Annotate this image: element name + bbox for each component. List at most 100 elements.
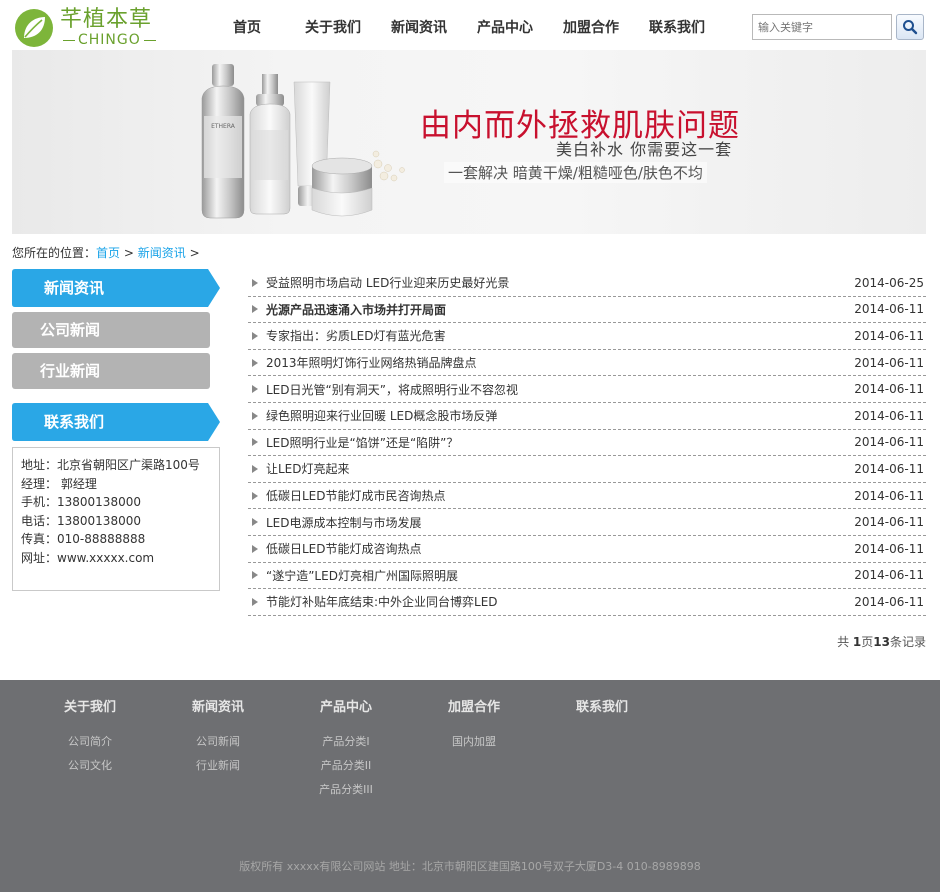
footer-column-title[interactable]: 关于我们 — [38, 700, 142, 716]
news-date: 2014-06-11 — [854, 382, 924, 397]
nav-news[interactable]: 新闻资讯 — [376, 16, 462, 40]
news-row: “遂宁造”LED灯亮相广州国际照明展 2014-06-11 — [248, 563, 926, 590]
search-bar — [752, 14, 924, 40]
site-logo[interactable]: 芊植本草 CHINGO — [14, 6, 156, 50]
arrow-right-icon — [252, 438, 258, 447]
news-row: 专家指出：劣质LED灯有蓝光危害 2014-06-11 — [248, 323, 926, 350]
news-title-link[interactable]: 2013年照明灯饰行业网络热销品牌盘点 — [266, 354, 854, 371]
news-list: 受益照明市场启动 LED行业迎来历史最好光景 2014-06-25 光源产品迅速涌入… — [248, 270, 926, 616]
news-title-link[interactable]: LED照明行业是“馅饼”还是“陷阱”？ — [266, 434, 854, 451]
news-date: 2014-06-11 — [854, 515, 924, 530]
contact-manager: 经理： 郭经理 — [21, 476, 97, 491]
search-button[interactable] — [896, 14, 924, 40]
contact-fax: 传真：010-88888888 — [21, 532, 146, 546]
footer-link[interactable]: 行业新闻 — [166, 754, 270, 778]
contact-mobile: 手机：13800138000 — [21, 495, 141, 509]
sidebar-item-industry-news[interactable]: 行业新闻 — [12, 353, 210, 389]
banner-subline: 美白补水 你需要这一套 — [556, 140, 733, 159]
footer-column-title[interactable]: 产品中心 — [294, 700, 398, 716]
footer-column-about: 关于我们公司简介 公司文化 — [38, 700, 142, 778]
breadcrumb-home-link[interactable]: 首页 — [96, 246, 120, 260]
contact-info-box: 地址：北京省朝阳区广渠路100号 经理： 郭经理 手机：13800138000 … — [12, 447, 220, 591]
news-date: 2014-06-11 — [854, 328, 924, 343]
news-title-link[interactable]: 低碳日LED节能灯成市民咨询热点 — [266, 487, 854, 504]
nav-franchise[interactable]: 加盟合作 — [548, 16, 634, 40]
arrow-right-icon — [252, 518, 258, 527]
breadcrumb: 您所在的位置：首页 > 新闻资讯 > — [12, 246, 200, 260]
footer-link[interactable]: 公司简介 — [38, 730, 142, 754]
news-date: 2014-06-11 — [854, 594, 924, 609]
news-row: LED照明行业是“馅饼”还是“陷阱”？ 2014-06-11 — [248, 430, 926, 457]
search-icon — [903, 20, 918, 35]
news-row: 光源产品迅速涌入市场并打开局面 2014-06-11 — [248, 297, 926, 324]
arrow-right-icon — [252, 571, 258, 580]
news-title-link[interactable]: 低碳日LED节能灯成咨询热点 — [266, 540, 854, 557]
breadcrumb-current-link[interactable]: 新闻资讯 — [138, 246, 186, 260]
sidebar-news-heading[interactable]: 新闻资讯 — [12, 269, 220, 307]
nav-products[interactable]: 产品中心 — [462, 16, 548, 40]
news-date: 2014-06-11 — [854, 461, 924, 476]
arrow-right-icon — [252, 305, 258, 314]
news-date: 2014-06-11 — [854, 568, 924, 583]
footer-link[interactable]: 产品分类I — [294, 730, 398, 754]
copyright-text: 版权所有 xxxxx有限公司网站 地址：北京市朝阳区建国路100号双子大厦D3-… — [239, 860, 701, 873]
contact-phone: 电话：13800138000 — [21, 513, 141, 528]
footer-column-contact: 联系我们 — [550, 700, 654, 730]
arrow-right-icon — [252, 278, 258, 287]
footer-column-title[interactable]: 联系我们 — [550, 700, 654, 716]
sidebar-item-company-news[interactable]: 公司新闻 — [12, 312, 210, 348]
total-pages: 1 — [852, 635, 862, 649]
news-row: 节能灯补贴年底结束:中外企业同台博弈LED 2014-06-11 — [248, 589, 926, 616]
news-title-link[interactable]: 节能灯补贴年底结束:中外企业同台博弈LED — [266, 593, 854, 610]
news-title-link[interactable]: LED电源成本控制与市场发展 — [266, 514, 854, 531]
leaf-logo-icon — [15, 9, 53, 47]
news-row: 低碳日LED节能灯成市民咨询热点 2014-06-11 — [248, 483, 926, 510]
logo-chinese-name: 芊植本草 — [60, 7, 153, 32]
news-title-link[interactable]: 让LED灯亮起来 — [266, 460, 854, 477]
sidebar-contact-heading: 联系我们 — [12, 403, 220, 441]
contact-address: 地址：北京省朝阳区广渠路100号 — [21, 458, 200, 472]
footer-column-title[interactable]: 加盟合作 — [422, 700, 526, 716]
news-title-link[interactable]: 专家指出：劣质LED灯有蓝光危害 — [266, 327, 854, 344]
footer-column-title[interactable]: 新闻资讯 — [166, 700, 270, 716]
news-row: LED日光管“别有洞天”，将成照明行业不容忽视 2014-06-11 — [248, 376, 926, 403]
arrow-right-icon — [252, 544, 258, 553]
news-title-link[interactable]: 光源产品迅速涌入市场并打开局面 — [266, 301, 854, 318]
news-date: 2014-06-11 — [854, 488, 924, 503]
arrow-right-icon — [252, 464, 258, 473]
footer-link[interactable]: 产品分类II — [294, 754, 398, 778]
sidebar-news-heading-label: 新闻资讯 — [44, 279, 105, 297]
footer-link[interactable]: 公司新闻 — [166, 730, 270, 754]
logo-english-name: CHINGO — [78, 32, 141, 48]
site-header: 芊植本草 CHINGO 首页 关于我们 新闻资讯 产品中心 加盟合作 联系我们 — [0, 0, 940, 50]
site-footer: 版权所有 xxxxx有限公司网站 地址：北京市朝阳区建国路100号双子大厦D3-… — [0, 680, 940, 892]
arrow-right-icon — [252, 411, 258, 420]
nav-home[interactable]: 首页 — [204, 16, 290, 40]
news-date: 2014-06-11 — [854, 302, 924, 317]
news-title-link[interactable]: LED日光管“别有洞天”，将成照明行业不容忽视 — [266, 381, 854, 398]
footer-column-franchise: 加盟合作 国内加盟 — [422, 700, 526, 754]
hero-banner[interactable]: ETHERA 由内而外拯救肌肤问题 美白补水 你需要这一套 一套解决 暗黄干燥/… — [12, 50, 926, 234]
sidebar-contact-heading-label: 联系我们 — [44, 413, 105, 431]
banner-tagline: 一套解决 暗黄干燥/粗糙哑色/肤色不均 — [444, 162, 707, 183]
news-title-link[interactable]: 绿色照明迎来行业回暖 LED概念股市场反弹 — [266, 407, 854, 424]
news-date: 2014-06-11 — [854, 541, 924, 556]
total-records: 13 — [873, 635, 890, 649]
nav-contact[interactable]: 联系我们 — [634, 16, 720, 40]
footer-link[interactable]: 产品分类III — [294, 778, 398, 802]
news-title-link[interactable]: 受益照明市场启动 LED行业迎来历史最好光景 — [266, 274, 854, 291]
news-row: LED电源成本控制与市场发展 2014-06-11 — [248, 509, 926, 536]
arrow-right-icon — [252, 331, 258, 340]
news-date: 2014-06-11 — [854, 435, 924, 450]
nav-about[interactable]: 关于我们 — [290, 16, 376, 40]
arrow-right-icon — [252, 597, 258, 606]
footer-link[interactable]: 公司文化 — [38, 754, 142, 778]
news-title-link[interactable]: “遂宁造”LED灯亮相广州国际照明展 — [266, 567, 854, 584]
news-row: 低碳日LED节能灯成咨询热点 2014-06-11 — [248, 536, 926, 563]
search-input[interactable] — [752, 14, 892, 40]
news-row: 2013年照明灯饰行业网络热销品牌盘点 2014-06-11 — [248, 350, 926, 377]
main-nav: 首页 关于我们 新闻资讯 产品中心 加盟合作 联系我们 — [204, 16, 720, 40]
footer-link[interactable]: 国内加盟 — [422, 730, 526, 754]
footer-column-news: 新闻资讯公司新闻 行业新闻 — [166, 700, 270, 778]
news-date: 2014-06-25 — [854, 275, 924, 290]
